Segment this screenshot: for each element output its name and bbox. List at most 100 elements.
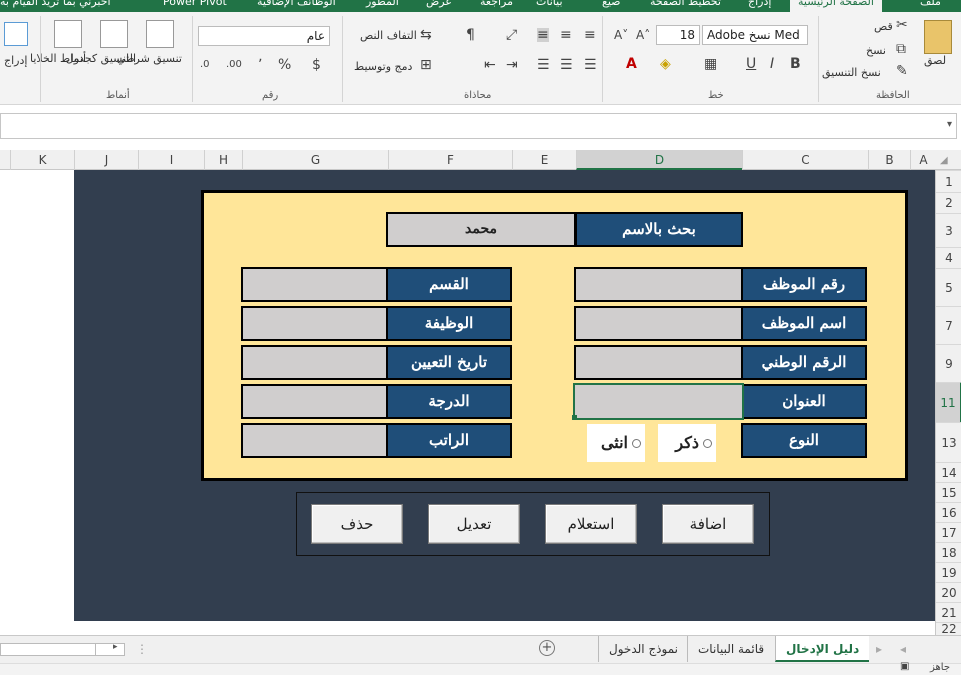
font-size-combo[interactable]: 18 <box>656 25 700 45</box>
column-header[interactable]: K <box>10 150 74 170</box>
borders-icon[interactable]: ▦ <box>704 57 717 71</box>
rtl-icon[interactable]: ¶ <box>466 28 475 42</box>
horizontal-scrollbar[interactable]: ▸ <box>0 642 125 656</box>
row-header[interactable]: 22 <box>936 622 961 636</box>
sheet-tab-login-form[interactable]: نموذج الدخول <box>598 636 688 662</box>
row-header[interactable]: 13 <box>936 422 961 462</box>
scroll-right-icon[interactable]: ▸ <box>876 642 882 656</box>
format-painter-icon[interactable]: ✎ <box>896 64 908 78</box>
department-field[interactable] <box>241 267 388 302</box>
format-as-table-button[interactable]: التنسيق كجدول <box>66 52 136 65</box>
tab-data[interactable]: بيانات <box>536 0 563 8</box>
scroll-arrow-right-icon[interactable]: ▸ <box>113 642 118 652</box>
salary-field[interactable] <box>241 423 388 458</box>
delete-button[interactable]: حذف <box>311 504 403 544</box>
orientation-icon[interactable]: ⤢ <box>506 28 517 42</box>
column-header[interactable]: D <box>576 150 742 170</box>
wrap-text-button[interactable]: التفاف النص <box>360 29 417 42</box>
cut-button[interactable]: قص <box>874 20 893 33</box>
currency-button[interactable]: $ <box>312 58 321 72</box>
row-header[interactable]: 16 <box>936 502 961 522</box>
column-header[interactable]: A <box>910 150 936 170</box>
row-header[interactable]: 2 <box>936 192 961 213</box>
scrollbar-thumb[interactable] <box>95 644 109 655</box>
row-header[interactable]: 18 <box>936 542 961 562</box>
paste-button[interactable]: لصق <box>924 54 946 67</box>
scroll-left-icon[interactable]: ◂ <box>900 642 906 656</box>
split-handle-icon[interactable]: ⋮ <box>136 642 148 656</box>
tab-home[interactable]: الصفحة الرئيسية <box>790 0 882 12</box>
tab-insert[interactable]: إدراج <box>748 0 771 8</box>
row-header[interactable]: 21 <box>936 602 961 622</box>
hire-date-field[interactable] <box>241 345 388 380</box>
tab-developer[interactable]: المطور <box>366 0 399 8</box>
query-button[interactable]: استعلام <box>545 504 637 544</box>
row-header[interactable]: 5 <box>936 268 961 306</box>
fill-handle[interactable] <box>572 415 577 420</box>
search-name-field[interactable]: محمد <box>386 212 576 247</box>
align-bottom-icon[interactable]: ≡ <box>537 28 549 42</box>
column-header[interactable]: B <box>868 150 910 170</box>
fill-color-icon[interactable]: ◈ <box>660 57 671 71</box>
percent-button[interactable]: % <box>278 58 291 72</box>
column-header[interactable]: I <box>138 150 204 170</box>
sheet-tab-data-list[interactable]: قائمة البيانات <box>687 636 774 662</box>
row-header[interactable]: 19 <box>936 562 961 582</box>
align-top-icon[interactable]: ≡ <box>584 28 596 42</box>
column-header[interactable]: H <box>204 150 242 170</box>
row-header[interactable]: 9 <box>936 344 961 382</box>
number-format-combo[interactable]: عام <box>198 26 330 46</box>
cut-icon[interactable]: ✂ <box>896 18 908 32</box>
align-right-icon[interactable]: ☰ <box>584 58 597 72</box>
cell-styles-button[interactable]: أنماط الخلايا <box>30 52 86 65</box>
tab-view[interactable]: عرض <box>426 0 452 8</box>
merge-center-button[interactable]: دمج وتوسيط <box>354 60 412 73</box>
row-header[interactable]: 17 <box>936 522 961 542</box>
tell-me-box[interactable]: أخبرني بما تريد القيام به <box>0 0 111 8</box>
insert-cells-icon[interactable] <box>4 22 28 46</box>
formula-bar[interactable]: ▾ <box>0 113 957 139</box>
increase-decimal-icon[interactable]: .00 <box>226 58 242 72</box>
paste-icon[interactable] <box>924 20 952 54</box>
conditional-format-button[interactable]: تنسيق شرطي <box>117 52 182 65</box>
expand-formula-icon[interactable]: ▾ <box>947 119 952 130</box>
edit-button[interactable]: تعديل <box>428 504 520 544</box>
decrease-decimal-icon[interactable]: .0 <box>200 58 210 72</box>
tab-addins[interactable]: الوظائف الإضافية <box>257 0 336 8</box>
font-color-icon[interactable]: A <box>626 57 637 71</box>
align-middle-icon[interactable]: ≡ <box>560 28 572 42</box>
tab-file[interactable]: ملف <box>920 0 941 8</box>
align-center-icon[interactable]: ☰ <box>560 58 573 72</box>
macro-record-icon[interactable]: ▣ <box>900 661 909 672</box>
add-sheet-icon[interactable]: + <box>539 640 555 656</box>
column-header[interactable]: F <box>388 150 512 170</box>
bold-button[interactable]: B <box>790 57 801 71</box>
tab-power-pivot[interactable]: Power Pivot <box>163 0 227 8</box>
row-header[interactable]: 1 <box>936 170 961 192</box>
row-header[interactable]: 15 <box>936 482 961 502</box>
row-header[interactable]: 7 <box>936 306 961 344</box>
shrink-font-icon[interactable]: A˅ <box>614 28 628 42</box>
copy-button[interactable]: نسخ <box>866 44 886 57</box>
row-header[interactable]: 14 <box>936 462 961 482</box>
merge-center-icon[interactable]: ⊞ <box>420 58 432 72</box>
tab-review[interactable]: مراجعة <box>480 0 513 8</box>
job-field[interactable] <box>241 306 388 341</box>
tab-page-layout[interactable]: تخطيط الصفحة <box>650 0 721 8</box>
decrease-indent-icon[interactable]: ⇤ <box>484 58 496 72</box>
format-painter-button[interactable]: نسخ التنسيق <box>822 66 881 79</box>
cell-styles-icon[interactable] <box>54 20 82 48</box>
column-header[interactable]: J <box>74 150 138 170</box>
address-field[interactable] <box>573 383 744 420</box>
align-left-icon[interactable]: ☰ <box>537 58 550 72</box>
font-name-combo[interactable]: Adobe نسخ Med <box>702 25 808 45</box>
format-as-table-icon[interactable] <box>100 20 128 48</box>
male-radio[interactable]: ذكر <box>658 424 716 462</box>
insert-cells-button[interactable]: إدراج <box>4 54 27 67</box>
column-header[interactable]: E <box>512 150 576 170</box>
add-button[interactable]: اضافة <box>662 504 754 544</box>
select-all-corner[interactable]: ◢ <box>940 155 948 166</box>
national-id-field[interactable] <box>574 345 743 380</box>
row-header[interactable]: 4 <box>936 247 961 268</box>
row-header[interactable]: 3 <box>936 213 961 247</box>
